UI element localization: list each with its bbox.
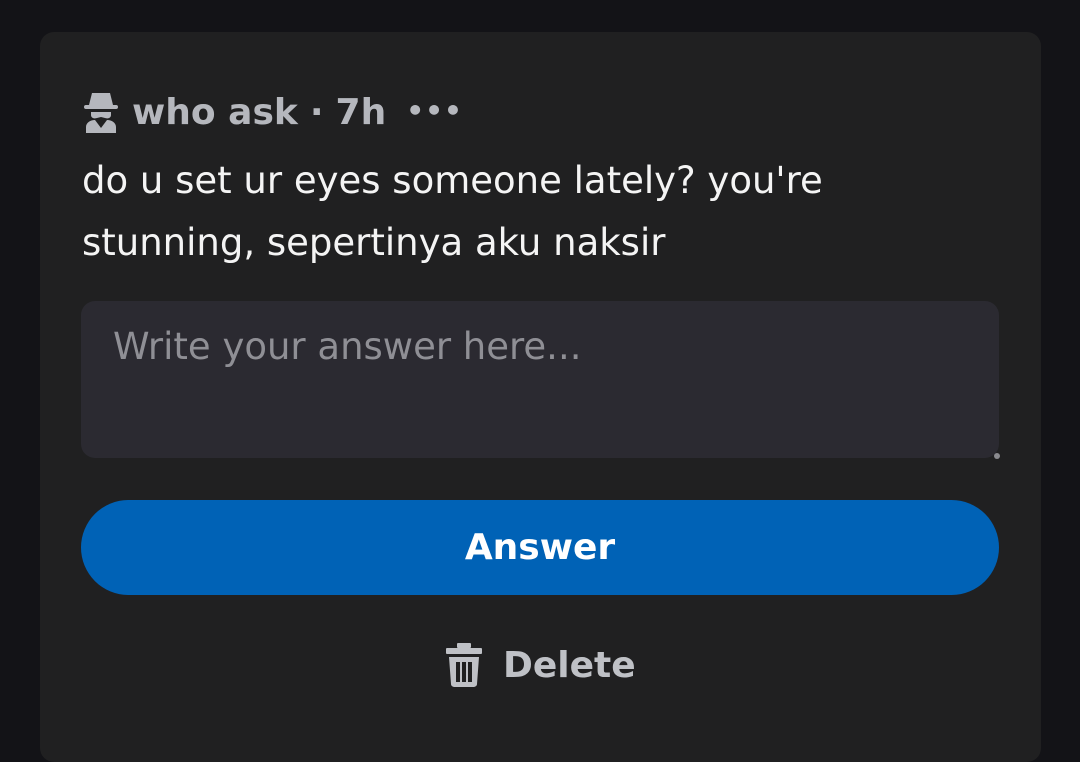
spy-icon [84, 93, 118, 133]
more-horizontal-icon[interactable]: ••• [406, 94, 463, 127]
delete-button[interactable]: Delete [445, 638, 636, 692]
meta-separator: · [309, 91, 324, 133]
answer-input[interactable] [81, 301, 999, 458]
question-card: who ask · 7h ••• do u set ur eyes someon… [40, 32, 1041, 762]
answer-button[interactable]: Answer [81, 500, 999, 595]
delete-label: Delete [503, 644, 636, 686]
question-time: 7h [335, 91, 387, 133]
trash-icon [446, 643, 482, 687]
resize-handle[interactable] [994, 453, 1000, 459]
question-meta: who ask · 7h ••• [82, 88, 463, 136]
author-name: who ask [132, 91, 298, 133]
question-text: do u set ur eyes someone lately? you're … [82, 159, 823, 264]
